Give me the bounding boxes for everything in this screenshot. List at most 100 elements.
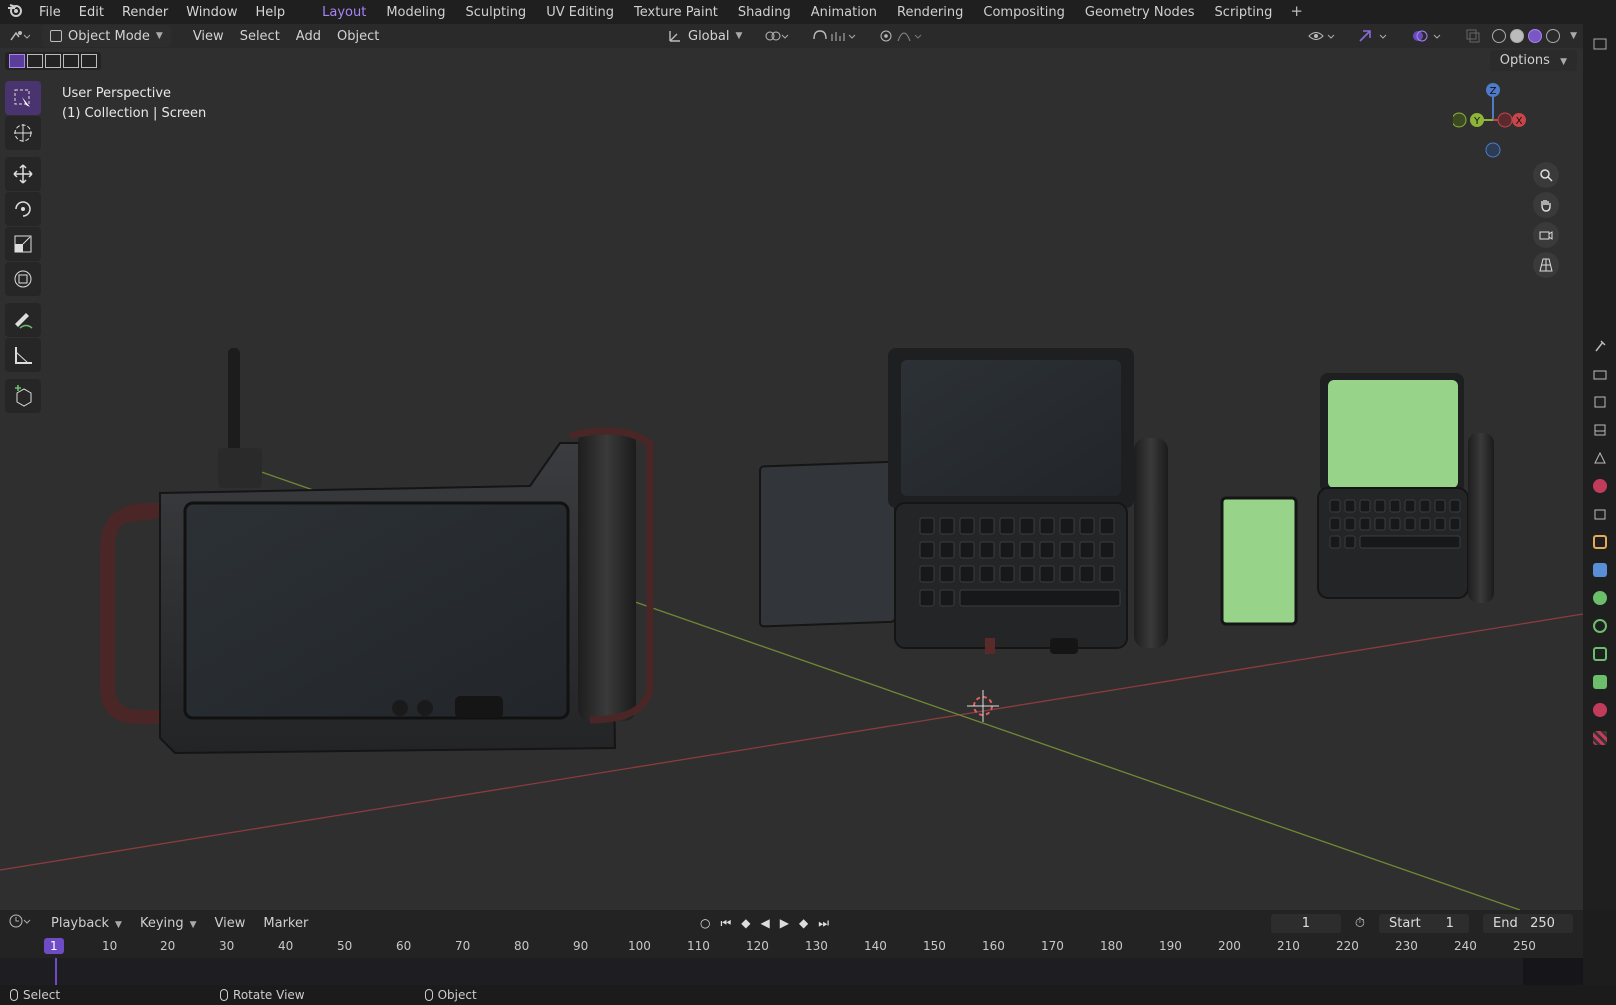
tab-render[interactable] — [1583, 360, 1616, 388]
tab-tool[interactable] — [1583, 332, 1616, 360]
wireframe-shading-button[interactable] — [1492, 29, 1507, 43]
menu-add[interactable]: Add — [288, 25, 329, 47]
tab-sculpting[interactable]: Sculpting — [455, 2, 536, 23]
tab-output[interactable] — [1583, 388, 1616, 416]
add-workspace-button[interactable]: + — [1282, 2, 1311, 23]
tab-particles[interactable] — [1583, 584, 1616, 612]
tab-rendering[interactable]: Rendering — [887, 2, 973, 23]
navigation-gizmo[interactable]: Z X Y — [1451, 80, 1533, 170]
tab-layout[interactable]: Layout — [312, 2, 376, 23]
tab-geometry-nodes[interactable]: Geometry Nodes — [1075, 2, 1205, 23]
tab-view-layer[interactable] — [1583, 416, 1616, 444]
tab-material[interactable] — [1583, 696, 1616, 724]
proportional-edit-button[interactable] — [872, 25, 934, 47]
menu-timeline-view[interactable]: View — [206, 916, 255, 931]
gizmo-toggle[interactable] — [1350, 25, 1400, 47]
tick-170: 170 — [1041, 939, 1064, 953]
tab-constraints[interactable] — [1583, 640, 1616, 668]
tab-scripting[interactable]: Scripting — [1205, 2, 1283, 23]
menu-help[interactable]: Help — [247, 5, 295, 20]
annotate-tool[interactable] — [5, 303, 41, 337]
blender-logo-icon[interactable] — [0, 3, 30, 21]
shading-options-chevron-icon[interactable]: ▼ — [1570, 31, 1577, 41]
pan-button[interactable] — [1533, 192, 1559, 218]
tab-texture[interactable] — [1583, 724, 1616, 752]
tick-200: 200 — [1218, 939, 1241, 953]
material-preview-shading-button[interactable] — [1528, 29, 1543, 43]
tab-shading[interactable]: Shading — [728, 2, 801, 23]
tab-scene[interactable] — [1583, 444, 1616, 472]
outliner-toggle[interactable] — [1583, 30, 1616, 58]
scale-tool[interactable] — [5, 227, 41, 261]
next-keyframe-icon[interactable]: ◆ — [799, 916, 808, 930]
add-cube-tool[interactable] — [5, 379, 41, 413]
play-reverse-icon[interactable]: ◀ — [761, 916, 770, 930]
workspace-tabs: Layout Modeling Sculpting UV Editing Tex… — [312, 2, 1311, 23]
tab-animation[interactable]: Animation — [801, 2, 887, 23]
perspective-toggle-button[interactable] — [1533, 252, 1559, 278]
transform-tool[interactable] — [5, 262, 41, 296]
select-subtract-button[interactable] — [45, 54, 61, 68]
start-frame-field[interactable]: Start 1 — [1379, 913, 1469, 933]
visibility-dropdown[interactable] — [1300, 25, 1346, 47]
tab-modeling[interactable]: Modeling — [376, 2, 455, 23]
tab-texture-paint[interactable]: Texture Paint — [624, 2, 728, 23]
measure-tool[interactable] — [5, 338, 41, 372]
select-intersect-button[interactable] — [81, 54, 97, 68]
viewport-header: Object Mode ▼ View Select Add Object Glo… — [0, 24, 1583, 48]
orientation-dropdown[interactable]: Global ▼ — [660, 25, 750, 47]
timeline-ruler[interactable]: 1 10 20 30 40 50 60 70 80 90 100 110 120… — [0, 936, 1583, 958]
xray-toggle[interactable] — [1458, 25, 1488, 47]
timeline-track[interactable] — [0, 958, 1583, 985]
select-extend-button[interactable] — [27, 54, 43, 68]
rotate-tool[interactable] — [5, 192, 41, 226]
tab-compositing[interactable]: Compositing — [973, 2, 1075, 23]
jump-end-icon[interactable]: ⏭ — [818, 916, 829, 931]
frame-range: 1 ⏱ Start 1 End 250 — [1270, 910, 1573, 936]
menu-keying[interactable]: Keying ▼ — [131, 916, 206, 931]
3d-viewport[interactable]: Options ▼ User Perspective (1) Collectio… — [0, 48, 1583, 910]
playhead-frame[interactable]: 1 — [44, 938, 64, 954]
tab-world[interactable] — [1583, 472, 1616, 500]
menu-view[interactable]: View — [185, 25, 232, 47]
timeline-editor-type[interactable] — [0, 914, 42, 932]
pivot-icon — [765, 31, 789, 41]
menu-select[interactable]: Select — [232, 25, 288, 47]
solid-shading-button[interactable] — [1510, 29, 1525, 43]
tab-collection[interactable] — [1583, 500, 1616, 528]
move-tool[interactable] — [5, 157, 41, 191]
svg-text:Z: Z — [1490, 86, 1497, 97]
pivot-point-button[interactable] — [756, 25, 798, 47]
tab-modifiers[interactable] — [1583, 556, 1616, 584]
select-invert-button[interactable] — [63, 54, 79, 68]
menu-window[interactable]: Window — [177, 5, 246, 20]
menu-file[interactable]: File — [30, 5, 70, 20]
menu-marker[interactable]: Marker — [254, 916, 317, 931]
cursor-tool[interactable] — [5, 116, 41, 150]
camera-view-button[interactable] — [1533, 222, 1559, 248]
current-frame-field[interactable]: 1 — [1270, 913, 1341, 933]
stopwatch-icon[interactable]: ⏱ — [1355, 916, 1365, 931]
zoom-button[interactable] — [1533, 162, 1559, 188]
tab-uv-editing[interactable]: UV Editing — [536, 2, 624, 23]
overlays-toggle[interactable] — [1404, 25, 1454, 47]
rendered-shading-button[interactable] — [1546, 29, 1561, 43]
menu-playback[interactable]: Playback ▼ — [42, 916, 131, 931]
snap-button[interactable] — [804, 25, 866, 47]
autokey-icon[interactable]: ○ — [700, 916, 710, 930]
select-box-tool[interactable] — [5, 81, 41, 115]
tab-object[interactable] — [1583, 528, 1616, 556]
mode-dropdown[interactable]: Object Mode ▼ — [42, 25, 171, 47]
menu-object[interactable]: Object — [329, 25, 387, 47]
prev-keyframe-icon[interactable]: ◆ — [741, 916, 750, 930]
tab-data[interactable] — [1583, 668, 1616, 696]
tab-physics[interactable] — [1583, 612, 1616, 640]
play-icon[interactable]: ▶ — [780, 916, 789, 930]
editor-type-button[interactable] — [0, 25, 38, 47]
menu-render[interactable]: Render — [113, 5, 177, 20]
options-dropdown[interactable]: Options ▼ — [1489, 50, 1577, 71]
select-new-button[interactable] — [9, 54, 25, 68]
jump-start-icon[interactable]: ⏮ — [720, 916, 731, 931]
menu-edit[interactable]: Edit — [70, 5, 113, 20]
end-frame-field[interactable]: End 250 — [1483, 913, 1573, 933]
